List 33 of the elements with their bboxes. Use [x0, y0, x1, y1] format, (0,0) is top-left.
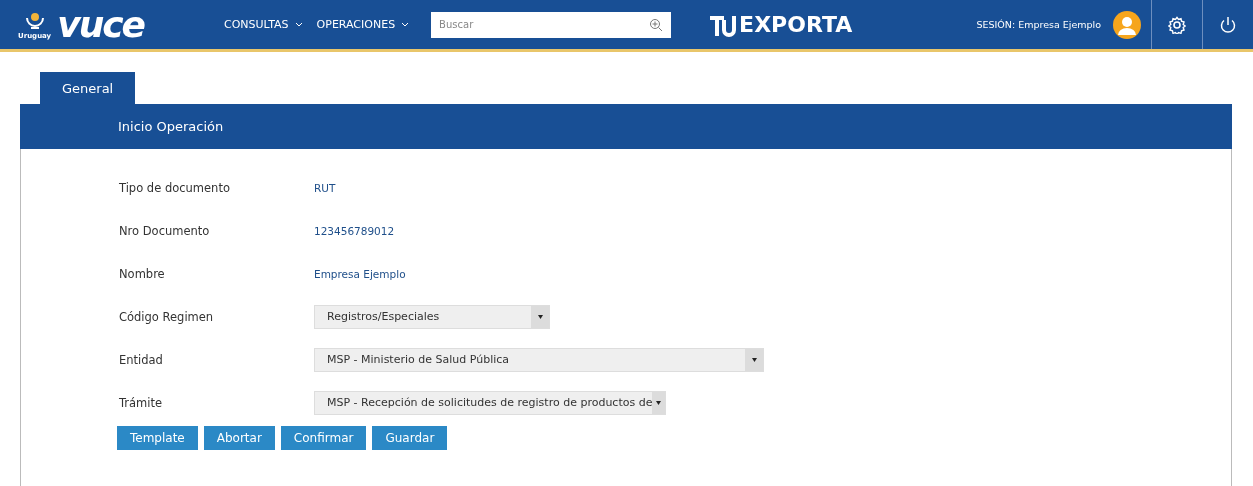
user-avatar-icon[interactable]: [1113, 10, 1141, 39]
partner-logo: EXPORTA: [739, 12, 853, 37]
caret-icon: [751, 357, 757, 362]
search-field[interactable]: Buscar: [431, 11, 672, 38]
tab[interactable]: General: [40, 72, 136, 104]
field-value: RUT: [314, 181, 336, 194]
field-label: Nombre: [119, 266, 166, 281]
field-value: Empresa Ejemplo: [314, 267, 406, 280]
field-label: Entidad: [119, 352, 164, 367]
field-label: Nro Documento: [119, 223, 211, 238]
caret-icon: [537, 314, 543, 319]
action-button[interactable]: Template: [117, 426, 198, 450]
session-label: SESIÓN: Empresa Ejemplo: [976, 19, 1101, 30]
action-button[interactable]: Confirmar: [280, 426, 367, 450]
power-icon[interactable]: [1219, 15, 1237, 34]
field-label: Tipo de documento: [119, 180, 231, 195]
chevron-down-icon: [294, 22, 303, 27]
field-label: Trámite: [119, 395, 164, 410]
dropdown[interactable]: MSP - Recepción de solicitudes de registro de productos de: [314, 390, 666, 415]
settings-icon[interactable]: [1168, 15, 1186, 34]
action-button[interactable]: Abortar: [203, 426, 275, 450]
brand-logo: vuce: [57, 6, 145, 43]
field-label: Código Regimen: [119, 309, 215, 324]
menu-item[interactable]: CONSULTAS: [224, 18, 303, 31]
chevron-down-icon: [401, 22, 410, 27]
menu-item[interactable]: OPERACIONES: [316, 18, 410, 31]
field-value: 123456789012: [314, 224, 395, 237]
action-button[interactable]: Guardar: [372, 426, 448, 450]
caret-icon: [656, 400, 662, 405]
dropdown[interactable]: Registros/Especiales: [314, 304, 550, 329]
panel-title: Inicio Operación: [118, 119, 224, 134]
search-icon[interactable]: [649, 17, 664, 32]
dropdown[interactable]: MSP - Ministerio de Salud Pública: [314, 347, 764, 372]
